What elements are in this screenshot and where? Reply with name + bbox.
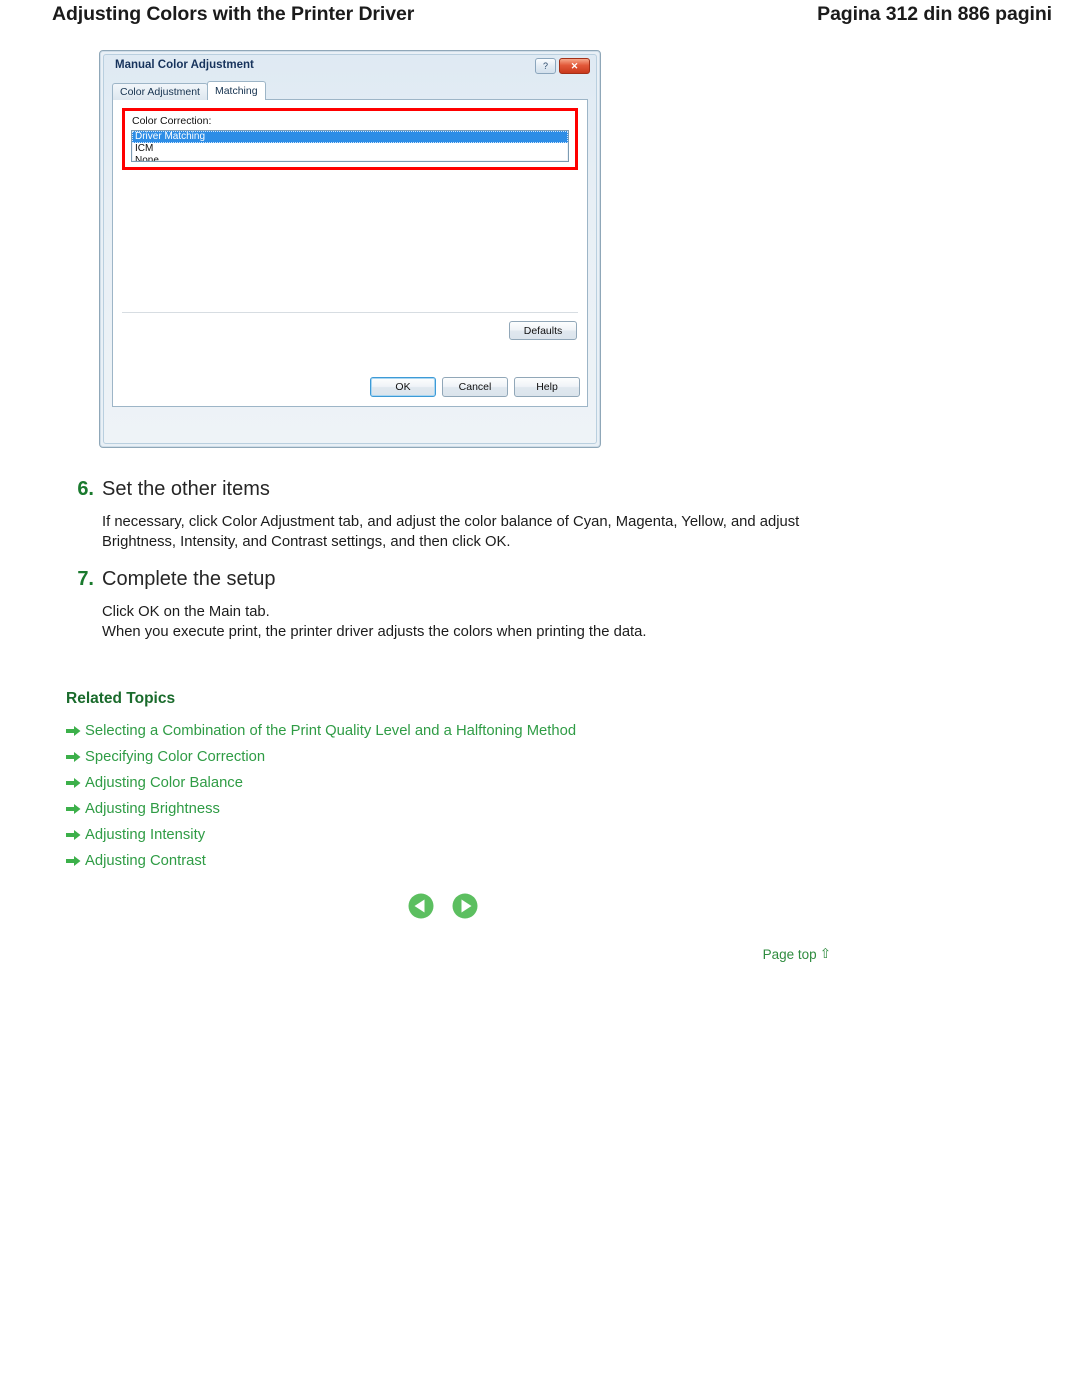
- help-icon[interactable]: ?: [535, 58, 556, 74]
- page-navigation: [408, 893, 478, 919]
- arrow-right-icon: [66, 778, 81, 788]
- arrow-right-icon: [66, 752, 81, 762]
- dialog-titlebar: Manual Color Adjustment ? ✕: [104, 55, 596, 79]
- page-indicator: Pagina 312 din 886 pagini: [817, 3, 1052, 25]
- close-icon[interactable]: ✕: [559, 58, 590, 74]
- list-item-icm[interactable]: ICM: [132, 143, 568, 155]
- related-link-2[interactable]: Specifying Color Correction: [66, 744, 966, 770]
- titlebar-buttons: ? ✕: [535, 58, 590, 74]
- manual-color-adjustment-dialog-screenshot: Manual Color Adjustment ? ✕ Color Adjust…: [99, 50, 601, 448]
- page-title: Adjusting Colors with the Printer Driver: [52, 3, 415, 25]
- step-6-number: 6.: [77, 478, 94, 500]
- panel-separator: [122, 312, 578, 313]
- step-6-heading: 6. Set the other items: [66, 478, 1026, 501]
- dialog-frame: Manual Color Adjustment ? ✕ Color Adjust…: [99, 50, 601, 448]
- color-correction-listbox[interactable]: Driver Matching ICM None: [131, 130, 569, 162]
- related-link-4[interactable]: Adjusting Brightness: [66, 796, 966, 822]
- step-7-heading: 7. Complete the setup: [66, 568, 1026, 591]
- related-topics-heading: Related Topics: [66, 690, 176, 707]
- related-link-5[interactable]: Adjusting Intensity: [66, 822, 966, 848]
- step-7-number: 7.: [77, 568, 94, 590]
- step-7-body-line-2: When you execute print, the printer driv…: [102, 624, 647, 640]
- tab-matching[interactable]: Matching: [206, 81, 266, 100]
- related-link-2-label: Specifying Color Correction: [85, 749, 266, 765]
- related-link-6[interactable]: Adjusting Contrast: [66, 848, 966, 874]
- dialog-client-area: Color Adjustment Matching Color Correcti…: [112, 81, 588, 407]
- dialog-glass: Manual Color Adjustment ? ✕ Color Adjust…: [103, 54, 597, 444]
- related-link-6-label: Adjusting Contrast: [85, 853, 206, 869]
- step-6-body: If necessary, click Color Adjustment tab…: [102, 514, 800, 550]
- page-top-link[interactable]: Page top ⇧: [763, 946, 831, 962]
- arrow-right-icon: [66, 726, 81, 736]
- related-link-4-label: Adjusting Brightness: [85, 801, 220, 817]
- color-correction-highlight-box: Color Correction: Driver Matching ICM No…: [122, 108, 578, 170]
- list-item-none[interactable]: None: [132, 155, 568, 161]
- ok-button[interactable]: OK: [370, 377, 436, 397]
- tab-panel-matching: Color Correction: Driver Matching ICM No…: [112, 99, 588, 407]
- arrow-up-icon: ⇧: [819, 946, 831, 961]
- step-7: 7. Complete the setup Click OK on the Ma…: [66, 568, 1026, 642]
- list-item-driver-matching[interactable]: Driver Matching: [132, 131, 568, 143]
- previous-page-icon[interactable]: [408, 893, 434, 919]
- tab-color-adjustment[interactable]: Color Adjustment: [112, 83, 208, 100]
- color-correction-label: Color Correction:: [132, 115, 212, 127]
- related-link-3[interactable]: Adjusting Color Balance: [66, 770, 966, 796]
- cancel-button[interactable]: Cancel: [442, 377, 508, 397]
- related-link-1-label: Selecting a Combination of the Print Qua…: [85, 723, 577, 739]
- defaults-button[interactable]: Defaults: [509, 321, 577, 340]
- arrow-right-icon: [66, 830, 81, 840]
- tabstrip: Color Adjustment Matching: [112, 81, 266, 100]
- page-top-label: Page top: [762, 946, 817, 962]
- arrow-right-icon: [66, 856, 81, 866]
- dialog-title: Manual Color Adjustment: [115, 59, 254, 71]
- step-7-title: Complete the setup: [102, 568, 276, 590]
- step-6: 6. Set the other items If necessary, cli…: [66, 478, 1026, 552]
- help-button[interactable]: Help: [514, 377, 580, 397]
- step-6-title: Set the other items: [102, 478, 270, 500]
- related-link-5-label: Adjusting Intensity: [85, 827, 206, 843]
- arrow-right-icon: [66, 804, 81, 814]
- step-7-body: Click OK on the Main tab. When you execu…: [102, 602, 832, 642]
- related-link-3-label: Adjusting Color Balance: [85, 775, 243, 791]
- step-7-body-line-1: Click OK on the Main tab.: [102, 604, 270, 620]
- next-page-icon[interactable]: [452, 893, 478, 919]
- related-topics-section: Related Topics Selecting a Combination o…: [66, 690, 966, 874]
- page-header: Adjusting Colors with the Printer Driver…: [0, 0, 1080, 34]
- dialog-footer: OK Cancel Help: [120, 375, 580, 399]
- related-link-1[interactable]: Selecting a Combination of the Print Qua…: [66, 718, 966, 744]
